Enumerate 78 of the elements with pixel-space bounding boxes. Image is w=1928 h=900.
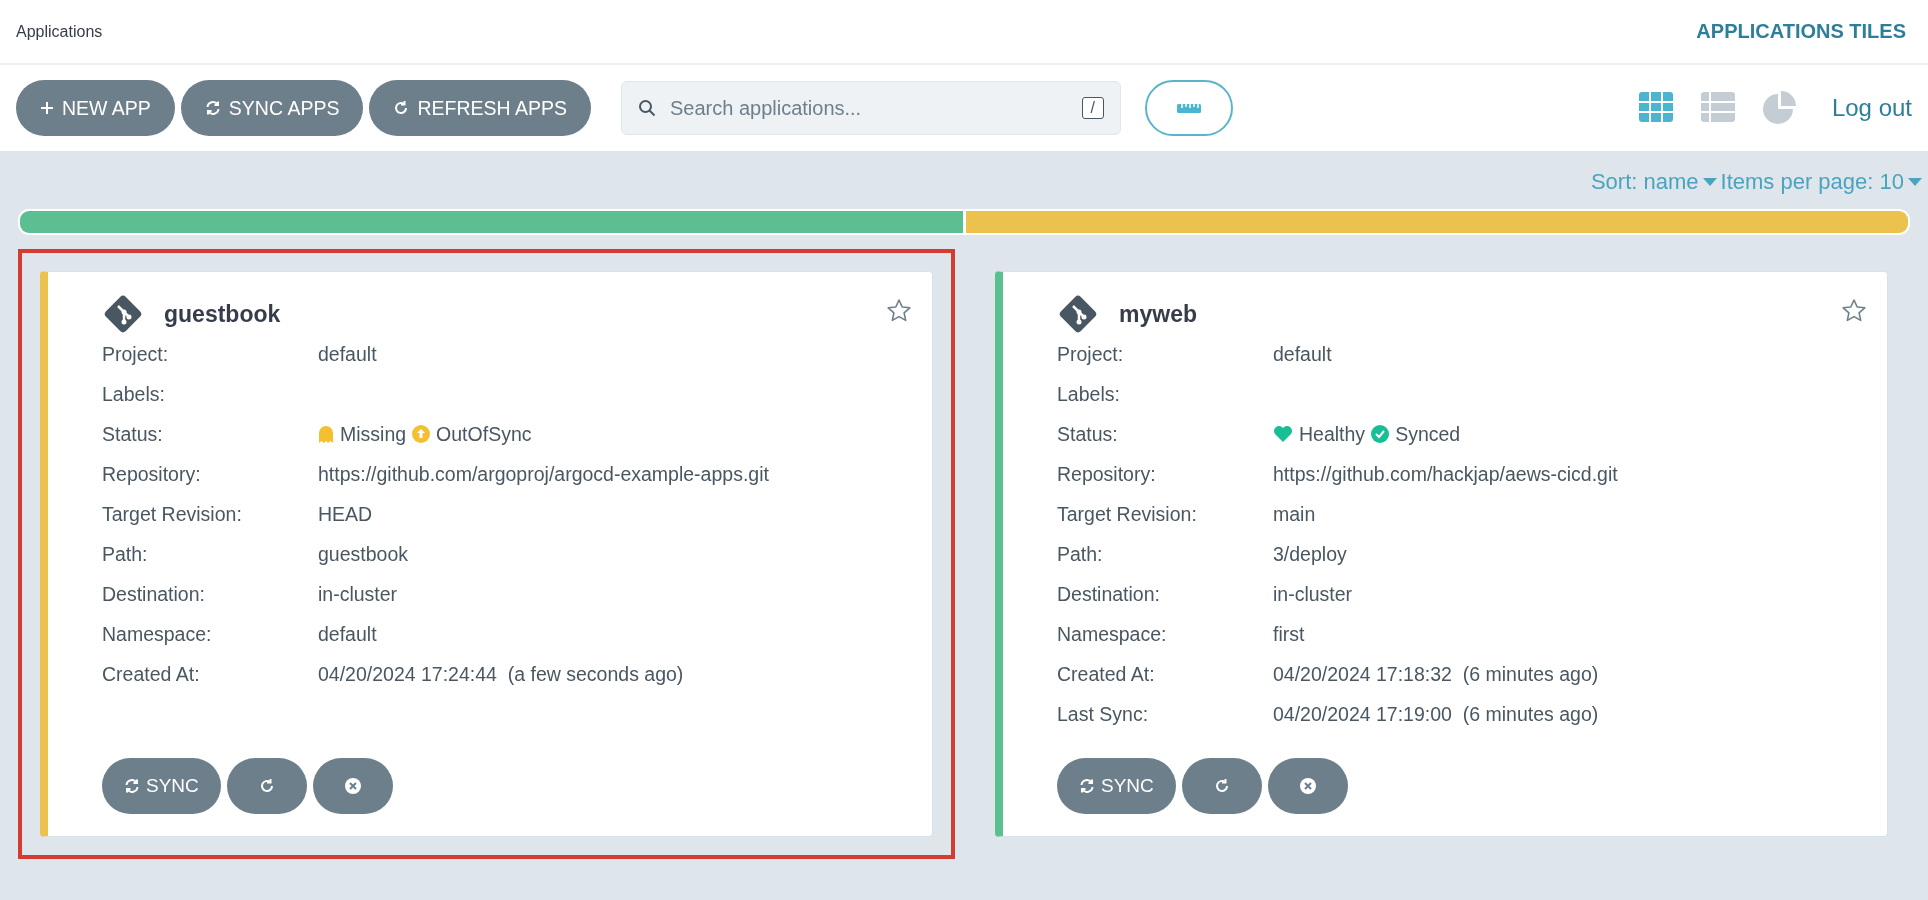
field-label: Path: <box>102 542 149 566</box>
field-label: Target Revision: <box>102 502 243 526</box>
field-value: 3/deploy <box>1273 542 1348 566</box>
close-icon <box>1298 777 1317 795</box>
close-icon <box>343 777 362 795</box>
field-label: Created At: <box>102 662 201 686</box>
shortcut-key: / <box>1081 97 1104 119</box>
field-label: Namespace: <box>102 622 213 646</box>
field-value: https://github.com/argoproj/argocd-example-apps.git <box>318 462 770 486</box>
search-box[interactable]: Search applications... / <box>620 81 1121 135</box>
field-value: default <box>318 342 378 366</box>
delete-button[interactable] <box>312 758 393 814</box>
refresh-apps-button[interactable]: REFRESH APPS <box>369 80 591 136</box>
refresh-icon <box>258 778 275 794</box>
heart-icon <box>1273 425 1293 443</box>
caret-icon <box>1908 178 1922 186</box>
plus-icon <box>40 101 54 115</box>
field-value: default <box>318 622 378 646</box>
field-label: Labels: <box>102 382 166 406</box>
star-icon[interactable] <box>886 298 912 324</box>
health-status: Missing <box>340 422 407 446</box>
ghost-icon <box>318 425 334 443</box>
view-title: APPLICATIONS TILES <box>1696 20 1907 43</box>
field-label: Destination: <box>102 582 206 606</box>
field-value: guestbook <box>318 542 409 566</box>
field-label: Project: <box>1057 342 1125 366</box>
search-icon <box>637 99 656 117</box>
check-circle-icon <box>1371 425 1390 443</box>
sync-icon <box>1079 778 1095 794</box>
field-value: first <box>1273 622 1306 646</box>
app-name: myweb <box>1119 300 1197 328</box>
app-card[interactable] <box>995 271 1888 837</box>
star-icon[interactable] <box>1841 298 1867 324</box>
filter-toggle-button[interactable] <box>1144 80 1233 136</box>
field-value: main <box>1273 502 1317 526</box>
refresh-button[interactable] <box>1181 758 1262 814</box>
field-value: HEAD <box>318 502 374 526</box>
field-value: https://github.com/hackjap/aews-cicd.git <box>1273 462 1619 486</box>
sort-dropdown[interactable]: Sort: name <box>1590 169 1717 195</box>
caret-icon <box>1702 178 1717 186</box>
field-value: 04/20/2024 17:24:44 (a few seconds ago) <box>318 662 685 686</box>
delete-button[interactable] <box>1267 758 1348 814</box>
field-label: Created At: <box>1057 662 1156 686</box>
sync-apps-button[interactable]: SYNC APPS <box>180 80 364 136</box>
field-label: Target Revision: <box>1057 502 1198 526</box>
field-label: Repository: <box>102 462 202 486</box>
sync-icon <box>204 100 221 116</box>
ruler-icon <box>1176 102 1201 114</box>
field-label: Status: <box>102 422 164 446</box>
arrow-up-circle-icon <box>412 425 431 443</box>
refresh-button[interactable] <box>226 758 307 814</box>
sync-icon <box>124 778 140 794</box>
refresh-icon <box>393 100 410 116</box>
field-value: in-cluster <box>1273 582 1354 606</box>
field-value: default <box>1273 342 1333 366</box>
page-title: Applications <box>16 22 103 41</box>
field-value: 04/20/2024 17:18:32 (6 minutes ago) <box>1273 662 1600 686</box>
health-status: Healthy <box>1299 422 1366 446</box>
field-value: 04/20/2024 17:19:00 (6 minutes ago) <box>1273 702 1600 726</box>
refresh-icon <box>1213 778 1230 794</box>
field-label: Last Sync: <box>1057 702 1150 726</box>
field-label: Labels: <box>1057 382 1121 406</box>
field-label: Destination: <box>1057 582 1161 606</box>
new-app-button[interactable]: NEW APP <box>16 80 175 136</box>
field-value: in-cluster <box>318 582 399 606</box>
sync-button[interactable]: SYNC <box>102 758 221 814</box>
sync-button[interactable]: SYNC <box>1057 758 1176 814</box>
items-per-page-dropdown[interactable]: Items per page: 10 <box>1720 169 1922 195</box>
app-name: guestbook <box>164 300 281 328</box>
field-label: Namespace: <box>1057 622 1168 646</box>
field-label: Repository: <box>1057 462 1157 486</box>
field-label: Project: <box>102 342 170 366</box>
search-field[interactable]: Search applications... <box>667 95 1070 121</box>
sync-status: Synced <box>1395 422 1461 446</box>
field-label: Status: <box>1057 422 1119 446</box>
sync-status: OutOfSync <box>436 422 532 446</box>
logout-link[interactable]: Log out <box>1831 94 1912 122</box>
field-label: Path: <box>1057 542 1104 566</box>
